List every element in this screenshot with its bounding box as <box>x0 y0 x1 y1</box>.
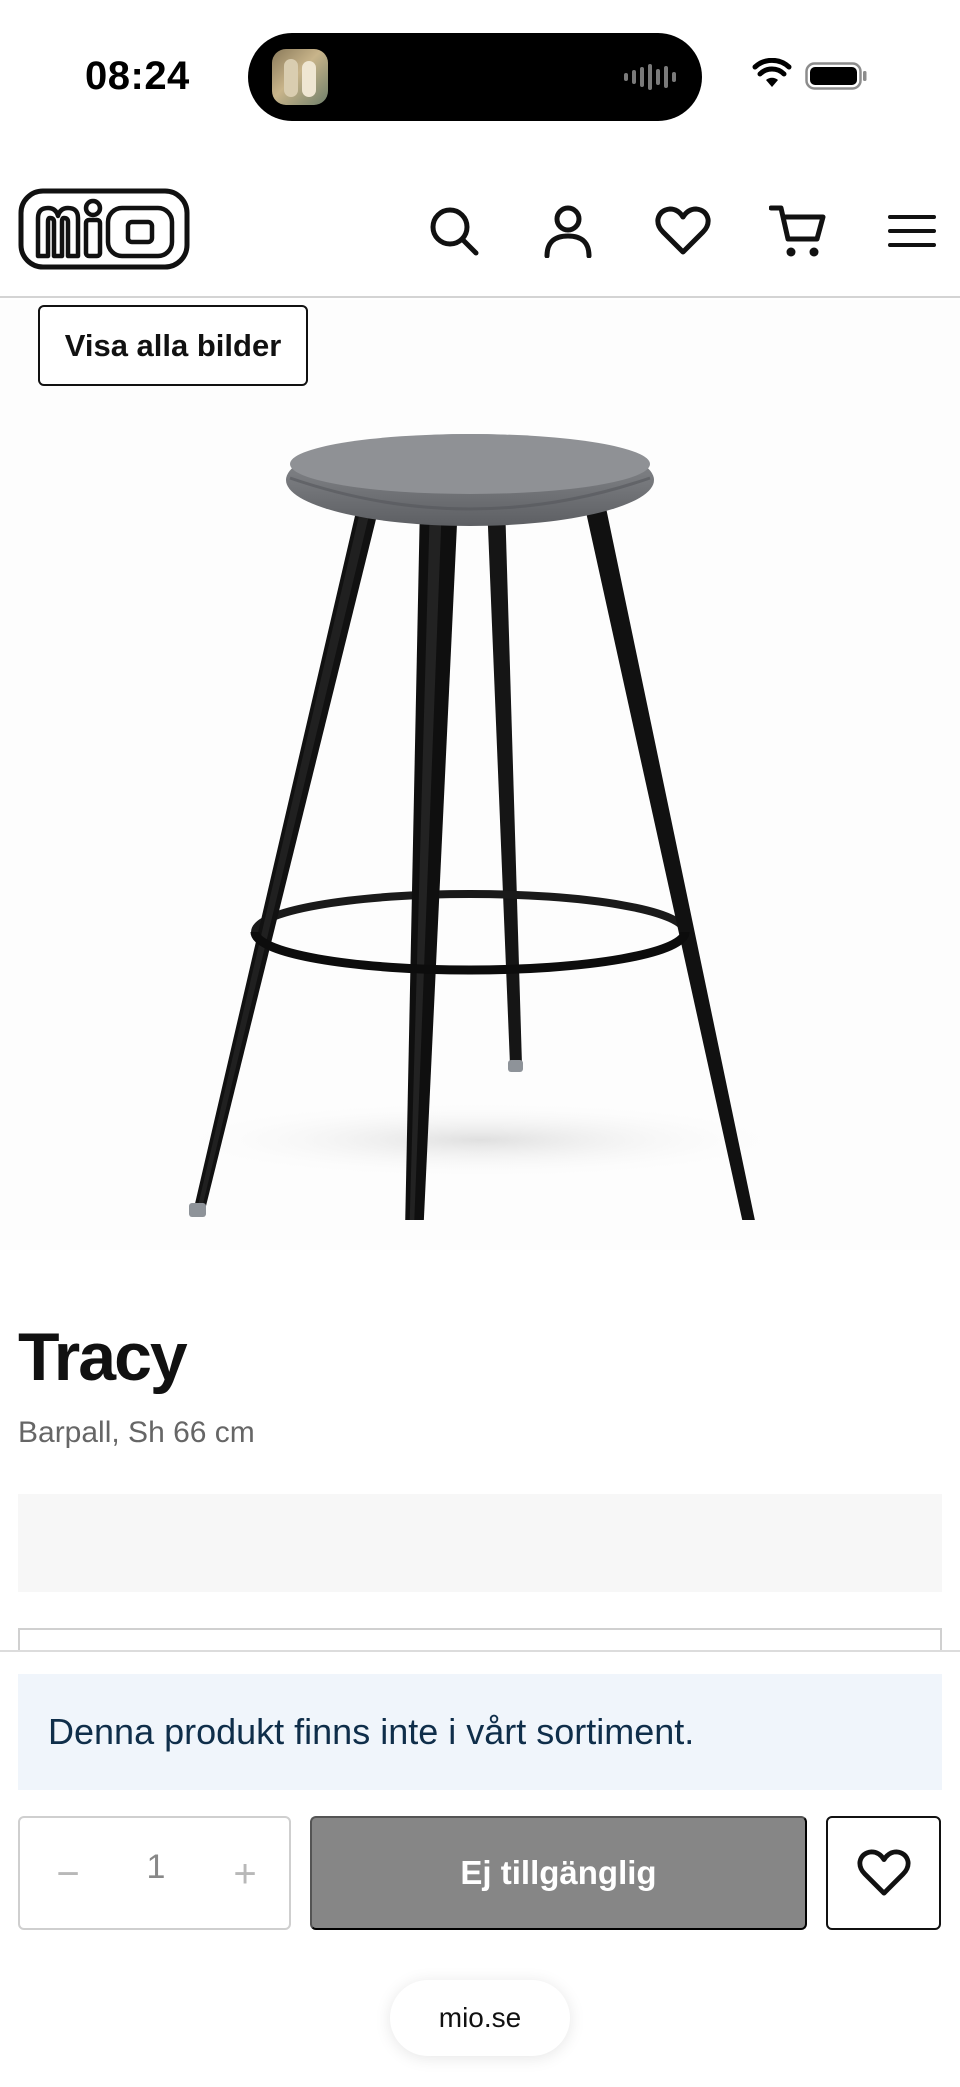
menu-button[interactable] <box>877 196 947 266</box>
cart-button[interactable] <box>763 196 833 266</box>
cart-icon <box>769 205 826 257</box>
price-placeholder <box>18 1494 942 1592</box>
search-button[interactable] <box>419 196 489 266</box>
heart-icon <box>856 1849 911 1896</box>
show-all-images-button[interactable]: Visa alla bilder <box>38 305 308 386</box>
audio-waveform-icon <box>624 63 676 91</box>
product-subtitle: Barpall, Sh 66 cm <box>18 1416 255 1449</box>
account-button[interactable] <box>533 196 603 266</box>
quantity-value: 1 <box>146 1848 166 1886</box>
wishlist-button[interactable] <box>648 196 718 266</box>
status-time: 08:24 <box>85 54 190 98</box>
purchase-bar: Denna produkt finns inte i vårt sortimen… <box>0 1650 960 2087</box>
product-title: Tracy <box>18 1319 188 1395</box>
wifi-icon <box>752 58 792 87</box>
search-icon <box>430 207 479 256</box>
account-icon <box>544 205 592 258</box>
battery-icon <box>805 62 867 90</box>
status-bar: 08:24 <box>0 0 960 150</box>
quantity-increase-button[interactable]: + <box>225 1852 265 1896</box>
availability-notice: Denna produkt finns inte i vårt sortimen… <box>18 1674 942 1790</box>
product-gallery[interactable]: Visa alla bilder <box>0 300 960 1250</box>
dynamic-island[interactable] <box>248 33 702 121</box>
now-playing-artwork[interactable] <box>272 49 328 105</box>
site-header <box>0 178 960 298</box>
quantity-stepper[interactable]: − 1 + <box>18 1816 291 1930</box>
menu-icon <box>888 215 936 247</box>
unavailable-button[interactable]: Ej tillgänglig <box>310 1816 807 1930</box>
heart-icon <box>655 206 711 255</box>
browser-url-pill[interactable]: mio.se <box>390 1980 570 2056</box>
mio-logo[interactable] <box>18 188 190 270</box>
quantity-decrease-button[interactable]: − <box>48 1852 88 1896</box>
add-to-wishlist-button[interactable] <box>826 1816 941 1930</box>
product-image-bar-stool[interactable] <box>150 400 810 1220</box>
